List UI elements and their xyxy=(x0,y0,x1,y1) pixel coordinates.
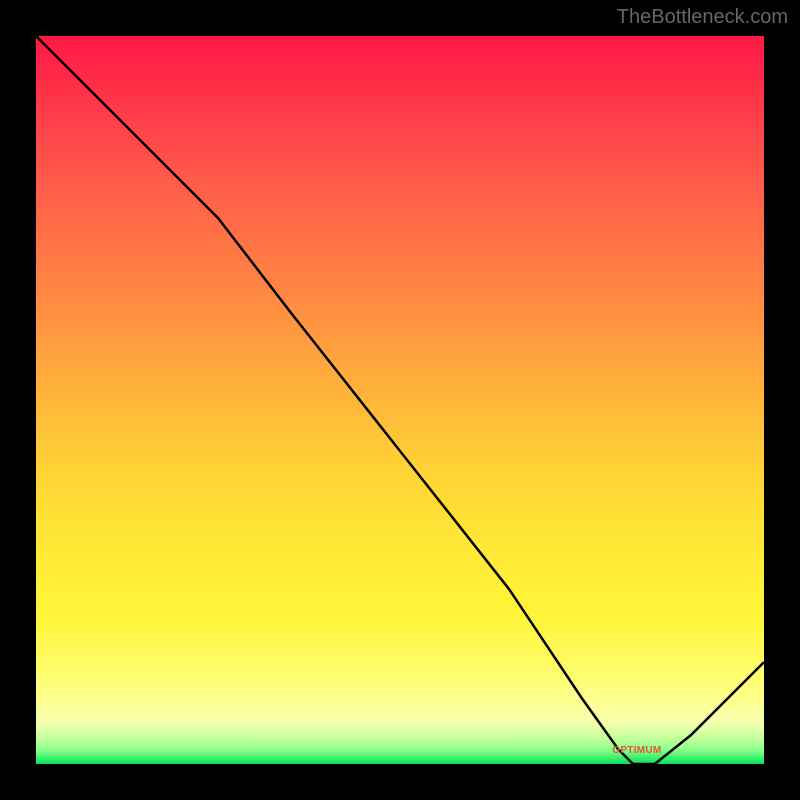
chart-line-layer xyxy=(36,36,764,764)
attribution-text: TheBottleneck.com xyxy=(617,6,788,29)
chart-frame: OPTIMUM xyxy=(36,36,764,764)
bottleneck-curve xyxy=(36,36,764,764)
optimum-label: OPTIMUM xyxy=(612,745,661,756)
